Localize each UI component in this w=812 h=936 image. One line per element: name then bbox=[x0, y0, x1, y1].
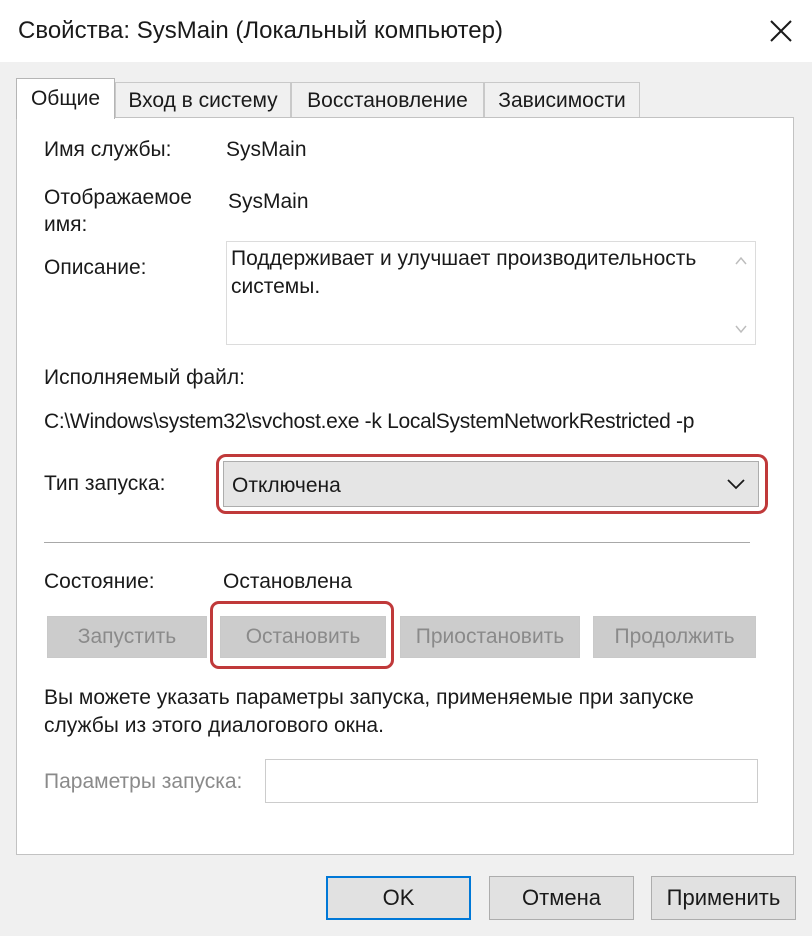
separator bbox=[44, 542, 750, 543]
resume-button[interactable]: Продолжить bbox=[593, 616, 756, 658]
description-label: Описание: bbox=[44, 256, 147, 279]
start-button[interactable]: Запустить bbox=[47, 616, 207, 658]
tab-recovery[interactable]: Восстановление bbox=[291, 82, 484, 118]
tab-logon[interactable]: Вход в систему bbox=[115, 82, 291, 118]
status-label: Состояние: bbox=[44, 570, 155, 593]
display-name-label-cont: имя: bbox=[44, 213, 88, 236]
startup-type-label: Тип запуска: bbox=[44, 472, 166, 495]
service-name-value: SysMain bbox=[226, 138, 307, 161]
close-icon bbox=[770, 20, 792, 42]
tab-dependencies[interactable]: Зависимости bbox=[484, 82, 640, 118]
executable-label: Исполняемый файл: bbox=[44, 366, 245, 389]
pause-button[interactable]: Приостановить bbox=[400, 616, 580, 658]
start-params-label: Параметры запуска: bbox=[44, 770, 243, 793]
chevron-up-icon[interactable] bbox=[734, 254, 748, 268]
display-name-value: SysMain bbox=[228, 190, 309, 213]
description-text: Поддерживает и улучшает производительнос… bbox=[231, 247, 697, 298]
chevron-down-icon bbox=[727, 479, 745, 490]
tab-general[interactable]: Общие bbox=[16, 78, 115, 119]
stop-button[interactable]: Остановить bbox=[220, 616, 386, 658]
executable-path: C:\Windows\system32\svchost.exe -k Local… bbox=[44, 410, 695, 433]
start-params-info: Вы можете указать параметры запуска, при… bbox=[44, 686, 694, 737]
status-value: Остановлена bbox=[223, 570, 353, 593]
description-scrollbar[interactable] bbox=[727, 242, 755, 344]
startup-type-value: Отключена bbox=[232, 474, 341, 497]
cancel-button[interactable]: Отмена bbox=[489, 876, 634, 920]
service-properties-dialog: Свойства: SysMain (Локальный компьютер) … bbox=[0, 0, 812, 936]
display-name-label: Отображаемое bbox=[44, 186, 192, 209]
window-title: Свойства: SysMain (Локальный компьютер) bbox=[18, 17, 503, 44]
title-bar[interactable]: Свойства: SysMain (Локальный компьютер) bbox=[0, 0, 812, 62]
service-name-label: Имя службы: bbox=[44, 138, 172, 161]
start-params-input[interactable] bbox=[265, 759, 758, 803]
chevron-down-icon[interactable] bbox=[734, 322, 748, 336]
startup-type-dropdown[interactable]: Отключена bbox=[223, 461, 759, 507]
apply-button[interactable]: Применить bbox=[651, 876, 796, 920]
close-button[interactable] bbox=[750, 0, 812, 62]
description-textbox[interactable]: Поддерживает и улучшает производительнос… bbox=[226, 241, 756, 345]
ok-button[interactable]: OK bbox=[326, 876, 471, 920]
